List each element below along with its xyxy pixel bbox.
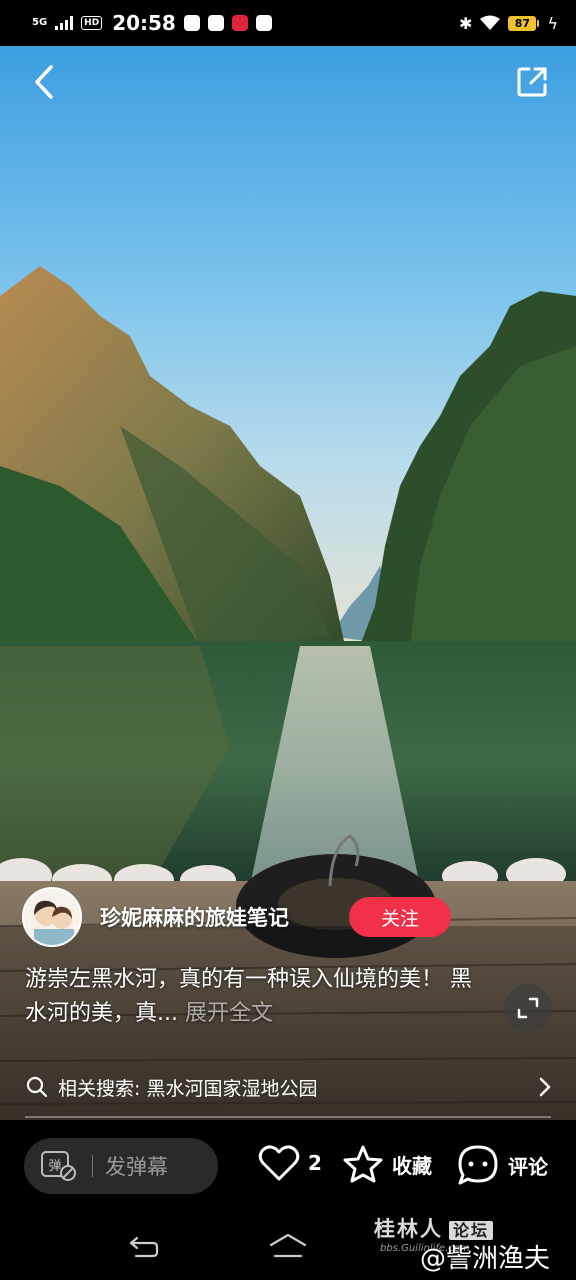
nav-back-icon[interactable]	[128, 1234, 160, 1260]
search-icon	[26, 1076, 48, 1098]
wifi-icon	[480, 15, 501, 30]
related-search[interactable]: 相关搜索: 黑水河国家湿地公园	[0, 1064, 576, 1110]
notification-icon	[207, 15, 224, 31]
danmu-toggle-icon[interactable]: 弹	[40, 1149, 78, 1183]
post-description[interactable]: 游崇左黑水河，真的有一种误入仙境的美！ 黑水河的美，真... 展开全文	[25, 963, 475, 1031]
collect-label: 收藏	[392, 1153, 432, 1178]
status-bar: 5G HD 20:58 ✱ 87 ϟ	[0, 0, 576, 46]
app-notification-icon	[231, 15, 248, 31]
battery-level: 87	[508, 15, 537, 31]
network-type: 5G	[32, 17, 48, 28]
signal-icon	[55, 16, 74, 30]
back-button[interactable]	[24, 62, 64, 102]
author-name[interactable]: 珍妮麻麻的旅娃笔记	[100, 902, 289, 932]
hd-badge: HD	[81, 16, 103, 30]
comment-button[interactable]: 评论	[456, 1144, 548, 1186]
like-count: 2	[308, 1151, 322, 1175]
heart-icon	[258, 1145, 300, 1181]
comment-label: 评论	[508, 1154, 548, 1179]
share-icon	[517, 67, 547, 97]
chevron-right-icon	[539, 1077, 551, 1097]
notification-icon	[183, 15, 200, 31]
share-button[interactable]	[510, 62, 554, 102]
bluetooth-icon: ✱	[459, 13, 473, 33]
nav-home-icon[interactable]	[268, 1232, 308, 1260]
battery-icon: 87	[508, 15, 540, 31]
back-icon	[35, 65, 53, 99]
clock: 20:58	[112, 11, 176, 35]
avatar[interactable]	[22, 887, 82, 947]
collect-button[interactable]: 收藏	[342, 1144, 432, 1184]
danmu-input[interactable]: 弹 发弹幕	[24, 1138, 218, 1194]
related-search-label: 相关搜索: 黑水河国家湿地公园	[58, 1077, 318, 1100]
user-watermark: @訾洲渔夫	[420, 1244, 551, 1274]
like-button[interactable]: 2	[258, 1144, 322, 1182]
fullscreen-button[interactable]	[504, 984, 552, 1032]
expand-link[interactable]: 展开全文	[185, 1001, 273, 1026]
star-icon	[343, 1145, 383, 1183]
follow-button[interactable]: 关注	[349, 897, 451, 937]
comment-icon	[458, 1145, 498, 1185]
danmu-icon-label: 弹	[48, 1159, 61, 1174]
divider	[25, 1116, 551, 1118]
danmu-placeholder: 发弹幕	[105, 1155, 168, 1179]
post-photo[interactable]	[0, 46, 576, 1120]
charging-icon: ϟ	[547, 13, 558, 33]
fullscreen-icon	[517, 997, 539, 1019]
message-icon	[255, 15, 272, 31]
action-bar: 弹 发弹幕 2 收藏 评论	[0, 1120, 576, 1212]
author-info[interactable]: 珍妮麻麻的旅娃笔记	[22, 887, 289, 947]
